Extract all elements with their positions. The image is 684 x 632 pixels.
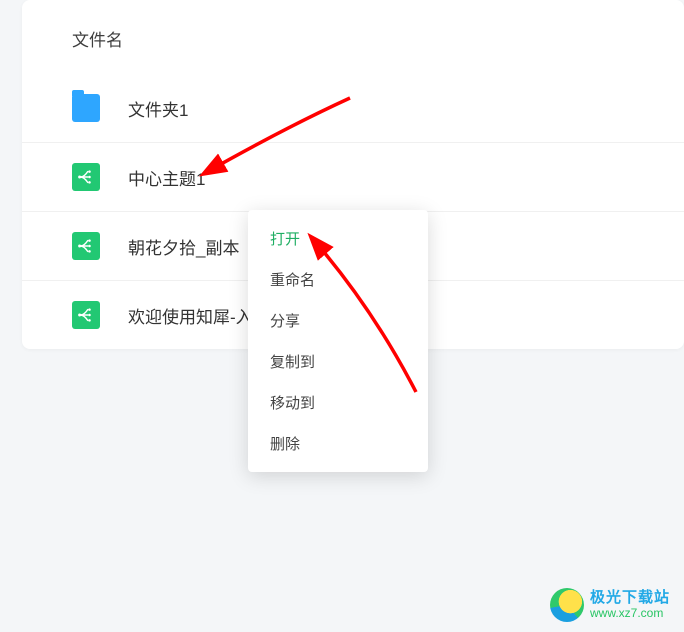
menu-item[interactable]: 移动到	[248, 382, 428, 423]
menu-item[interactable]: 删除	[248, 423, 428, 464]
folder-row[interactable]: 文件夹1	[22, 74, 684, 142]
mindmap-file-icon	[72, 232, 100, 260]
mindmap-file-icon	[72, 301, 100, 329]
row-label: 文件夹1	[128, 96, 188, 121]
mindmap-file-icon	[72, 163, 100, 191]
row-label: 欢迎使用知犀-入	[128, 303, 253, 328]
row-label: 中心主题1	[128, 165, 205, 190]
menu-item[interactable]: 分享	[248, 300, 428, 341]
column-header-filename: 文件名	[22, 0, 684, 74]
file-row[interactable]: 中心主题1	[22, 142, 684, 211]
row-label: 朝花夕拾_副本	[128, 234, 239, 259]
menu-item[interactable]: 重命名	[248, 259, 428, 300]
watermark-logo-icon	[550, 588, 584, 622]
menu-item[interactable]: 复制到	[248, 341, 428, 382]
watermark: 极光下载站 www.xz7.com	[550, 588, 670, 622]
folder-icon	[72, 94, 100, 122]
watermark-url: www.xz7.com	[590, 607, 670, 620]
watermark-title: 极光下载站	[590, 590, 670, 607]
context-menu: 打开重命名分享复制到移动到删除	[248, 210, 428, 472]
menu-item[interactable]: 打开	[248, 218, 428, 259]
